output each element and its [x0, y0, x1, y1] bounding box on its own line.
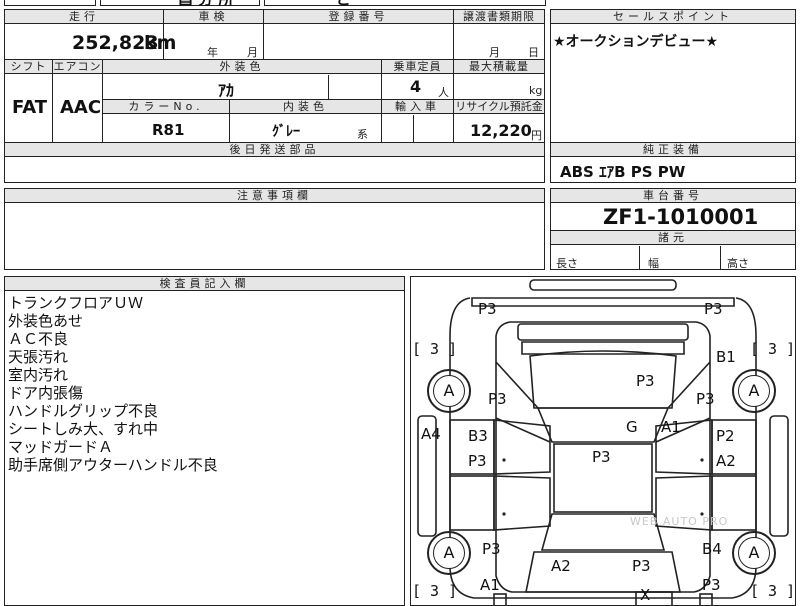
- import-header: 輸入車: [382, 100, 453, 114]
- recycle-unit: 円: [531, 129, 542, 142]
- max-load-unit: kg: [529, 84, 543, 97]
- dims-height: 高さ: [727, 257, 749, 270]
- mark-g: G: [626, 418, 638, 436]
- mark-p3-tr: P3: [704, 300, 723, 318]
- mark-a2-rd: A2: [716, 452, 736, 470]
- wheel-lr-grade: A: [433, 537, 465, 569]
- mark-a1-bottom: A1: [480, 576, 500, 594]
- wheel-right-rear: A: [732, 531, 776, 575]
- mark-b3: B3: [468, 427, 488, 445]
- capacity-value: 4: [410, 77, 422, 96]
- top-strip-right: [264, 0, 546, 6]
- shift-value: FAT: [12, 97, 48, 118]
- mark-p3-ld: P3: [468, 452, 487, 470]
- inspector-line: ハンドルグリップ不良: [8, 402, 159, 420]
- chassis-header: 車台番号: [551, 189, 795, 203]
- mark-p3-tl: P3: [478, 300, 497, 318]
- sales-point-text: ★オークションデビュー★: [553, 34, 719, 50]
- recycle-value: 12,220: [470, 121, 532, 140]
- inspector-line: トランクフロアＵＷ: [8, 294, 144, 312]
- mark-p3-center: P3: [592, 448, 611, 466]
- later-parts-header: 後日発送部品: [5, 143, 544, 157]
- inspection-year: 年: [207, 46, 218, 59]
- sales-point-box: [550, 9, 796, 143]
- mark-p3-lr: P3: [482, 540, 501, 558]
- dims-length: 長さ: [556, 257, 578, 270]
- mark-x: X: [640, 586, 651, 604]
- max-load-header: 最大積載量: [454, 60, 544, 74]
- aircon-value: AAC: [60, 97, 102, 118]
- mark-p3-hood: P3: [636, 372, 655, 390]
- inspector-line: 外装色あせ: [8, 312, 84, 330]
- inspector-line: 室内汚れ: [8, 366, 69, 384]
- mark-p3-lf: P3: [488, 390, 507, 408]
- wheel-rf-grade: A: [738, 375, 770, 407]
- equipment-text: ABS ｴｱB PS PW: [560, 163, 686, 181]
- capacity-header: 乗車定員: [382, 60, 453, 74]
- exterior-color-header: 外装色: [103, 60, 381, 74]
- wheel-left-front: A: [427, 369, 471, 413]
- equipment-header: 純正装備: [551, 143, 795, 157]
- wheel-rr-grade: A: [738, 537, 770, 569]
- interior-color-suffix: 系: [357, 128, 368, 141]
- mark-p3-br: P3: [702, 576, 721, 594]
- mileage-unit: km: [144, 32, 177, 54]
- aircon-header: エアコン: [53, 60, 102, 74]
- tread-tr: [ 3 ]: [750, 340, 796, 358]
- transfer-month: 月: [489, 46, 500, 59]
- dims-width: 幅: [648, 257, 659, 270]
- top-strip-left: [4, 0, 96, 6]
- exterior-color-value: ｱｶ: [218, 81, 235, 100]
- sales-point-header: セールスポイント: [551, 10, 795, 24]
- chassis-value: ZF1-1010001: [603, 205, 759, 229]
- inspector-line: 助手席側アウターハンドル不良: [8, 456, 218, 474]
- interior-color-header: 内装色: [230, 100, 381, 114]
- wheel-lf-grade: A: [433, 375, 465, 407]
- tread-br: [ 3 ]: [750, 582, 796, 600]
- inspector-line: ＡＣ不良: [8, 330, 69, 348]
- transfer-day: 日: [528, 46, 539, 59]
- mark-p3-bottom: P3: [632, 557, 651, 575]
- mark-p3-rf: P3: [696, 390, 715, 408]
- inspector-header: 検査員記入欄: [5, 277, 404, 291]
- interior-color-value: ｸﾞﾚｰ: [272, 124, 300, 140]
- color-no-value: R81: [152, 121, 185, 139]
- watermark: WEB AUTO PRO: [630, 515, 729, 528]
- recycle-header: リサイクル預託金: [454, 100, 544, 114]
- mark-a4: A4: [421, 425, 441, 443]
- inspector-line: ドア内張傷: [8, 384, 84, 402]
- tread-tl: [ 3 ]: [412, 340, 458, 358]
- capacity-unit: 人: [438, 86, 449, 99]
- notes-header: 注意事項欄: [5, 189, 544, 203]
- mileage-header: 走行: [5, 10, 163, 24]
- top-cut-text: 昌 分 所: [178, 0, 233, 9]
- mark-a2-bottom: A2: [551, 557, 571, 575]
- mark-b1: B1: [716, 348, 736, 366]
- inspection-month: 月: [247, 46, 258, 59]
- dims-header: 諸元: [551, 231, 795, 245]
- inspector-line: 天張汚れ: [8, 348, 69, 366]
- color-no-header: カラーNo.: [103, 100, 229, 114]
- mark-b4: B4: [702, 540, 722, 558]
- tread-bl: [ 3 ]: [412, 582, 458, 600]
- inspector-line: マッドガードＡ: [8, 438, 114, 456]
- inspection-header: 車検: [164, 10, 263, 24]
- top-cut-text2: ど: [336, 0, 351, 9]
- mark-a1-mid: A1: [661, 418, 681, 436]
- registration-header: 登録番号: [264, 10, 453, 24]
- inspector-line: シートしみ大、すれ中: [8, 420, 159, 438]
- wheel-left-rear: A: [427, 531, 471, 575]
- wheel-right-front: A: [732, 369, 776, 413]
- transfer-header: 譲渡書類期限: [454, 10, 544, 24]
- mark-p2: P2: [716, 427, 735, 445]
- shift-header: シフト: [5, 60, 52, 74]
